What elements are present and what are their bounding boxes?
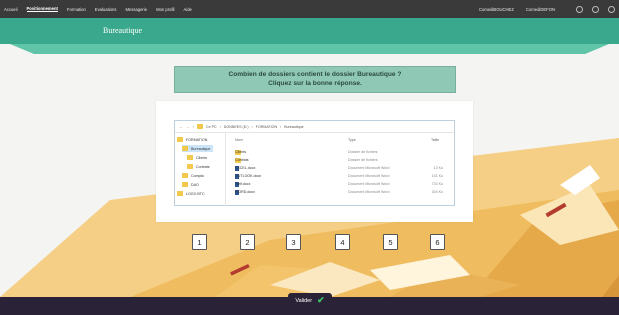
nav-item-formation[interactable]: Formation [67,7,86,12]
file-row: OUTLOOK.docx Document Microsoft Word 101 K… [228,174,454,181]
column-header-size: Taille [431,138,440,142]
tree-item: LOGO BTC [177,190,208,197]
nav-item-positionnement[interactable]: Positionnement [26,6,58,12]
question-instruction: Cliquez sur la bonne réponse. [268,79,362,87]
page-header: Bureautique [0,18,619,44]
header-tab-decoration [10,44,609,54]
tree-item-label: Bureautique [191,146,211,151]
folder-icon [187,164,193,169]
folder-icon [182,182,188,187]
power-icon[interactable] [608,5,615,13]
file-size: 304 Ko [431,190,443,194]
top-navigation-bar: Accueil Positionnement Formation Evaluat… [0,0,619,18]
file-row: WORD.docx Document Microsoft Word 304 Ko [228,190,454,197]
nav-item-evaluations[interactable]: Evaluations [95,7,117,12]
folder-icon [177,137,183,142]
address-bar: ← → ↑ Ce PC › DONNEES (D:) › FORMATION ›… [175,121,454,133]
folder-tree: FORMATION Bureautique Clients Contrats Compt… [175,133,226,206]
folder-icon [187,155,193,160]
tree-item: Contrats [187,163,213,170]
tree-item: FORMATION [177,136,210,143]
nav-item-aide[interactable]: Aide [183,7,191,12]
column-header-type: Type [348,138,356,142]
tree-item-label: Clients [196,155,207,160]
file-name: OUTLOOK.docx [235,174,262,178]
tree-item: Clients [187,154,210,161]
folder-icon [182,146,188,151]
file-size: 101 Ko [431,174,443,178]
tree-item-label: LOGO BTC [186,191,205,196]
user-link-1[interactable]: ComediBOUCHEZ [479,7,514,12]
file-type: Dossier de fichiers [348,150,378,154]
file-size: 13 Ko [433,166,443,170]
tree-item-label: DAO [191,182,199,187]
tree-item-label: FORMATION [186,137,208,142]
tree-item-label: Compta [191,173,204,178]
tree-item: Compta [182,172,207,179]
file-row: EXCEL.docx Document Microsoft Word 13 Ko [228,166,454,173]
file-row: Tarif.docx Document Microsoft Word 733 Ko [228,182,454,189]
forward-arrow-icon: → [185,124,190,129]
checkmark-icon: ✔ [317,295,325,305]
file-explorer-screenshot: ← → ↑ Ce PC › DONNEES (D:) › FORMATION ›… [174,120,455,206]
nav-item-messagerie[interactable]: Messagerie [125,7,147,12]
question-box: Combien de dossiers contient le dossier … [174,66,456,93]
question-text: Combien de dossiers contient le dossier … [228,71,402,78]
tree-item: Bureautique [182,145,214,152]
answer-button-6[interactable]: 6 [430,234,445,250]
file-type: Document Microsoft Word [348,182,390,186]
file-name: Tarif.docx [235,182,251,186]
breadcrumb-separator: › [219,124,221,129]
tree-item: DAO [182,181,202,188]
nav-item-accueil[interactable]: Accueil [4,7,18,12]
file-name: EXCEL.docx [235,166,256,170]
submit-label: Valider [295,297,313,304]
file-type: Document Microsoft Word [348,190,390,194]
breadcrumb-item: FORMATION [255,124,278,129]
file-name: Contrats [235,158,249,162]
answer-button-2[interactable]: 2 [240,234,255,250]
submit-button[interactable]: Valider ✔ [288,293,332,308]
notification-icon[interactable] [576,5,583,13]
file-row: Clients Dossier de fichiers [228,150,454,157]
folder-icon [177,191,183,196]
breadcrumb-item: Bureautique [284,124,304,129]
page-title: Bureautique [103,26,143,35]
folder-icon [182,173,188,178]
file-type: Document Microsoft Word [348,166,390,170]
breadcrumb-item: DONNEES (D:) [223,124,249,129]
file-row: Contrats Dossier de fichiers [228,158,454,165]
nav-item-mon-profil[interactable]: Mon profil [156,7,174,12]
breadcrumb-separator: › [280,124,282,129]
file-type: Dossier de fichiers [348,158,378,162]
user-link-2[interactable]: ComediDEFON [526,7,555,12]
file-size: 733 Ko [431,182,443,186]
back-arrow-icon: ← [179,124,183,129]
tree-item-label: Contrats [196,164,210,169]
file-type: Document Microsoft Word [348,174,390,178]
answer-button-4[interactable]: 4 [335,234,350,250]
folder-icon [196,124,203,129]
breadcrumb-separator: › [251,124,253,129]
column-header-name: Nom [235,138,243,142]
answer-button-5[interactable]: 5 [383,234,398,250]
file-name: Clients [235,150,246,154]
file-list: Nom Type Taille Clients Dossier de fichie… [228,133,454,206]
answer-button-3[interactable]: 3 [286,234,301,250]
up-arrow-icon: ↑ [192,124,194,129]
topnav-right: ComediBOUCHEZ ComediDEFON [479,0,615,18]
settings-icon[interactable] [592,5,599,13]
breadcrumb-item: Ce PC [205,124,217,129]
file-name: WORD.docx [235,190,255,194]
answer-button-1[interactable]: 1 [192,234,207,250]
